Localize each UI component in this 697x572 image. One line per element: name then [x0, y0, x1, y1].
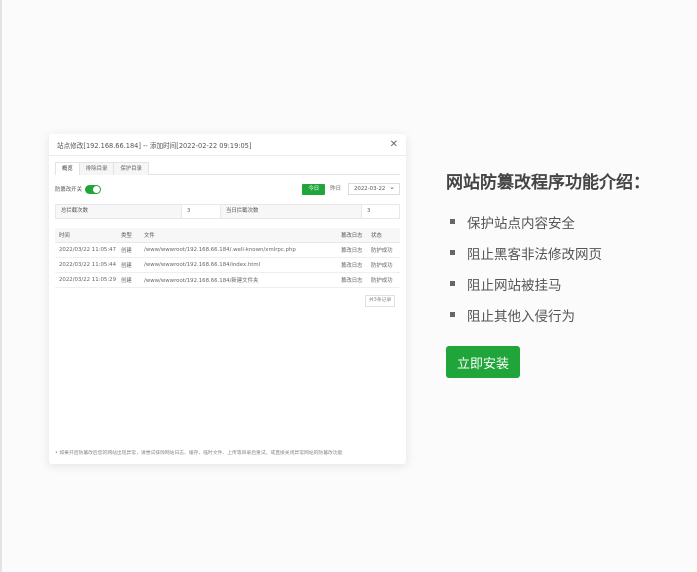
- feature-text: 保护站点内容安全: [467, 215, 575, 232]
- cell-status: 防护成功: [367, 257, 400, 273]
- preview-titlebar: 站点修改[192.168.66.184] -- 添加时间[2022-02-22 …: [49, 134, 406, 156]
- table-row: 2022/03/22 11:05:47 创建 /www/wwwroot/192.…: [55, 242, 400, 258]
- tab-protected-dirs: 保护目录: [113, 162, 149, 175]
- tab-overview: 概览: [55, 162, 80, 175]
- list-item: 阻止其他入侵行为: [450, 299, 602, 330]
- feature-text: 阻止网站被挂马: [467, 277, 562, 294]
- preview-title: 站点修改[192.168.66.184] -- 添加时间[2022-02-22 …: [57, 141, 252, 150]
- protection-toggle: [84, 184, 101, 194]
- install-now-button[interactable]: 立即安装: [446, 346, 520, 378]
- square-bullet-icon: [450, 281, 455, 286]
- feature-text: 阻止黑客非法修改网页: [467, 246, 602, 263]
- table-header-row: 时间 类型 文件 篡改日志 状态: [55, 228, 400, 243]
- cell-log-link: 篡改日志: [337, 272, 367, 288]
- cell-status: 防护成功: [367, 242, 400, 258]
- square-bullet-icon: [450, 250, 455, 255]
- today-button: 今日: [302, 183, 326, 195]
- stats-bar: 总拦截次数 3 当日拦截次数 3: [55, 204, 400, 219]
- cell-status: 防护成功: [367, 272, 400, 288]
- switch-label: 防篡改开关: [55, 187, 82, 193]
- cell-log-link: 篡改日志: [337, 242, 367, 258]
- yesterday-button: 昨日: [330, 185, 341, 192]
- column-header: 状态: [367, 228, 400, 243]
- preview-footnote: • 如果开启防篡改后您的网站出现异常，请尝试排除网站日志、缓存、临时文件、上传等…: [55, 451, 343, 456]
- intro-title: 网站防篡改程序功能介绍：: [446, 173, 650, 193]
- today-intercepts-value: 3: [361, 205, 399, 218]
- cell-type: 创建: [117, 242, 140, 258]
- cell-file: /www/wwwroot/192.168.66.184/新建文件夹: [140, 272, 337, 288]
- list-item: 阻止网站被挂马: [450, 268, 602, 299]
- pagination-info: 共3条记录: [365, 295, 396, 307]
- plugin-preview-image: 站点修改[192.168.66.184] -- 添加时间[2022-02-22 …: [49, 134, 406, 464]
- cell-type: 创建: [117, 272, 140, 288]
- cell-log-link: 篡改日志: [337, 257, 367, 273]
- list-item: 阻止黑客非法修改网页: [450, 237, 602, 268]
- column-header: 文件: [140, 228, 337, 243]
- feature-text: 阻止其他入侵行为: [467, 308, 575, 325]
- cell-file: /www/wwwroot/192.168.66.184/.well-known/…: [140, 242, 337, 258]
- cell-time: 2022/03/22 11:05:44: [55, 257, 117, 273]
- left-divider: [0, 0, 2, 572]
- column-header: 篡改日志: [337, 228, 367, 243]
- square-bullet-icon: [450, 219, 455, 224]
- table-row: 2022/03/22 11:05:44 创建 /www/wwwroot/192.…: [55, 257, 400, 273]
- cell-time: 2022/03/22 11:05:47: [55, 242, 117, 258]
- preview-tabs: 概览 排除目录 保护目录: [55, 162, 400, 175]
- table-row: 2022/03/22 11:05:29 创建 /www/wwwroot/192.…: [55, 272, 400, 288]
- column-header: 类型: [117, 228, 140, 243]
- feature-list: 保护站点内容安全 阻止黑客非法修改网页 阻止网站被挂马 阻止其他入侵行为: [450, 206, 602, 330]
- today-intercepts-label: 当日拦截次数: [226, 208, 259, 214]
- cell-type: 创建: [117, 257, 140, 273]
- cell-file: /www/wwwroot/192.168.66.184/index.html: [140, 257, 337, 273]
- preview-toolbar: 防篡改开关 今日 昨日 2022-03-22: [55, 182, 400, 196]
- list-item: 保护站点内容安全: [450, 206, 602, 237]
- tab-excluded-dirs: 排除目录: [78, 162, 115, 175]
- column-header: 时间: [55, 228, 117, 243]
- close-icon: ✕: [389, 138, 398, 150]
- log-table: 时间 类型 文件 篡改日志 状态 2022/03/22 11:05:47 创建 …: [55, 228, 400, 288]
- square-bullet-icon: [450, 312, 455, 317]
- total-intercepts-value: 3: [181, 205, 221, 218]
- total-intercepts-label: 总拦截次数: [61, 208, 88, 214]
- cell-time: 2022/03/22 11:05:29: [55, 272, 117, 288]
- date-select: 2022-03-22: [348, 182, 400, 195]
